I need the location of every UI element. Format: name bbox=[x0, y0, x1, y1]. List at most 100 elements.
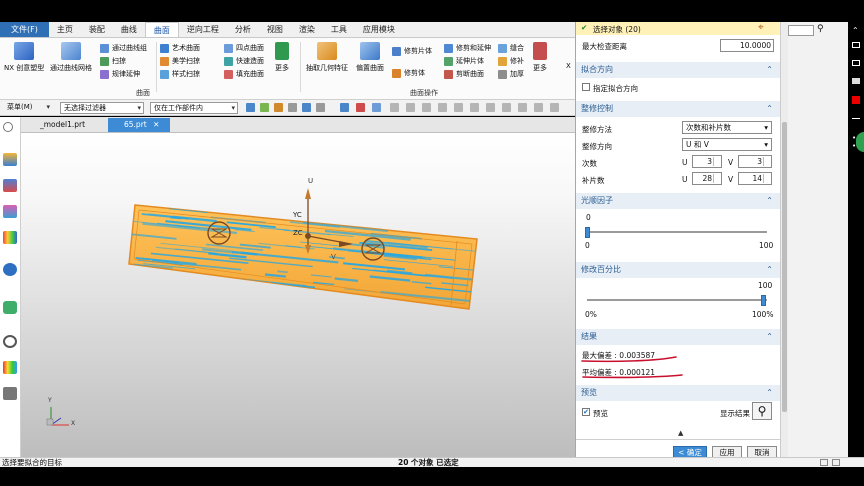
offset-surface-button[interactable]: 偏置曲面 bbox=[356, 42, 384, 73]
graphics-viewport[interactable]: U YC ZC V Y X bbox=[21, 133, 575, 457]
view-icon[interactable] bbox=[372, 103, 381, 112]
specify-fit-direction-checkbox[interactable] bbox=[582, 83, 590, 91]
reuse-library-icon[interactable] bbox=[3, 231, 17, 244]
show-result-button[interactable]: ⚲ bbox=[752, 402, 772, 420]
file-tab-65[interactable]: 65.prt ✕ bbox=[108, 118, 170, 132]
degree-v-stepper[interactable]: 3 bbox=[738, 155, 772, 168]
modify-slider-thumb[interactable] bbox=[761, 295, 766, 306]
web-browser-icon[interactable] bbox=[3, 263, 17, 276]
trim-sheet-button[interactable]: 修剪片体 bbox=[392, 45, 432, 57]
line-width-icon[interactable] bbox=[852, 118, 860, 119]
modify-percent-section-header[interactable]: 修改百分比 ⌃ bbox=[576, 262, 780, 278]
clock-icon[interactable] bbox=[3, 335, 17, 348]
studio-surface-button[interactable]: 艺术曲面 bbox=[160, 42, 200, 54]
styled-blend-button[interactable]: 样式扫掠 bbox=[160, 68, 200, 80]
selection-filter-dropdown[interactable]: 无选择过滤器 bbox=[60, 102, 144, 114]
degree-u-stepper[interactable]: 3 bbox=[692, 155, 722, 168]
constraint-navigator-icon[interactable] bbox=[3, 205, 17, 218]
tab-analysis[interactable]: 分析 bbox=[227, 22, 259, 37]
intersect-point-icon[interactable] bbox=[470, 103, 479, 112]
eraser-all-icon[interactable] bbox=[852, 78, 860, 84]
thicken-button[interactable]: 加厚 bbox=[498, 68, 524, 80]
menu-button[interactable]: 菜单(M) bbox=[4, 102, 52, 114]
gear-icon[interactable] bbox=[3, 122, 13, 132]
point-icon[interactable] bbox=[274, 103, 283, 112]
snap-point-icon[interactable] bbox=[390, 103, 399, 112]
end-point-icon[interactable] bbox=[406, 103, 415, 112]
preview-section-header[interactable]: 预览 ⌃ bbox=[576, 385, 780, 401]
extend-sheet-button[interactable]: 延伸片体 bbox=[444, 55, 484, 67]
red-color-icon[interactable] bbox=[852, 96, 860, 104]
tab-render[interactable]: 渲染 bbox=[291, 22, 323, 37]
tab-curve[interactable]: 曲线 bbox=[113, 22, 145, 37]
more-ops-button[interactable]: 更多 bbox=[533, 42, 547, 73]
fill-surface-button[interactable]: 填充曲面 bbox=[224, 68, 264, 80]
patch-button[interactable]: 修补 bbox=[498, 55, 524, 67]
extract-geometry-button[interactable]: 抽取几何特征 bbox=[306, 42, 348, 73]
collapse-arrow-icon[interactable]: ▲ bbox=[678, 429, 683, 437]
fit-icon[interactable] bbox=[302, 103, 311, 112]
center-point-icon[interactable] bbox=[438, 103, 447, 112]
selection-scope-dropdown[interactable]: 仅在工作部件内 bbox=[150, 102, 238, 114]
tab-tools[interactable]: 工具 bbox=[323, 22, 355, 37]
angle-icon[interactable] bbox=[550, 103, 559, 112]
refine-section-header[interactable]: 整修控制 ⌃ bbox=[576, 101, 780, 117]
crosshair-icon[interactable]: ⌖ bbox=[758, 22, 764, 33]
smooth-slider-track[interactable] bbox=[587, 231, 767, 233]
refine-direction-dropdown[interactable]: U 和 V bbox=[682, 138, 772, 151]
select-icon[interactable] bbox=[246, 103, 255, 112]
dialog-scrollbar[interactable] bbox=[780, 22, 788, 462]
max-check-distance-input[interactable]: 10.0000 bbox=[720, 39, 774, 52]
law-extension-button[interactable]: 规律延伸 bbox=[100, 68, 140, 80]
through-curves-button[interactable]: 通过曲线组 bbox=[100, 42, 147, 54]
palette-icon[interactable] bbox=[3, 361, 17, 374]
modify-slider-track[interactable] bbox=[587, 299, 767, 301]
render-style-icon[interactable] bbox=[356, 103, 365, 112]
tab-view[interactable]: 视图 bbox=[259, 22, 291, 37]
search-input[interactable] bbox=[788, 25, 814, 36]
search-icon[interactable]: ⚲ bbox=[817, 24, 824, 34]
grid-point-icon[interactable] bbox=[534, 103, 543, 112]
quadrant-point-icon[interactable] bbox=[454, 103, 463, 112]
eraser-icon[interactable] bbox=[852, 60, 860, 66]
rectangle-tool-icon[interactable] bbox=[852, 42, 860, 48]
tangent-point-icon[interactable] bbox=[486, 103, 495, 112]
mid-point-icon[interactable] bbox=[422, 103, 431, 112]
trimmed-surface-button[interactable]: 剪断曲面 bbox=[444, 68, 484, 80]
face-point-icon[interactable] bbox=[518, 103, 527, 112]
snap-icon[interactable] bbox=[260, 103, 269, 112]
more-surface-button[interactable]: 更多 bbox=[275, 42, 289, 73]
refine-method-dropdown[interactable]: 次数和补片数 bbox=[682, 121, 772, 134]
rotate-icon[interactable] bbox=[340, 103, 349, 112]
line-icon[interactable] bbox=[288, 103, 297, 112]
part-navigator-icon[interactable] bbox=[3, 153, 17, 166]
through-curve-mesh-button[interactable]: 通过曲线网格 bbox=[50, 42, 92, 73]
curve-point-icon[interactable] bbox=[502, 103, 511, 112]
four-point-surface-button[interactable]: 四点曲面 bbox=[224, 42, 264, 54]
fitted-surface[interactable] bbox=[126, 204, 519, 348]
tab-surface[interactable]: 曲面 bbox=[144, 22, 179, 37]
history-icon[interactable] bbox=[3, 301, 17, 314]
scrollbar-thumb[interactable] bbox=[782, 122, 787, 412]
role-icon[interactable] bbox=[3, 387, 17, 400]
patches-v-stepper[interactable]: 14 bbox=[738, 172, 772, 185]
sew-button[interactable]: 缝合 bbox=[498, 42, 524, 54]
tab-reverse-engineering[interactable]: 逆向工程 bbox=[179, 22, 227, 37]
smooth-factor-section-header[interactable]: 光顺因子 ⌃ bbox=[576, 193, 780, 209]
quick-surface-button[interactable]: 快速造面 bbox=[224, 55, 264, 67]
fit-direction-section-header[interactable]: 拟合方向 ⌃ bbox=[576, 62, 780, 78]
tab-home[interactable]: 主页 bbox=[49, 22, 81, 37]
trim-extend-button[interactable]: 修剪和延伸 bbox=[444, 42, 491, 54]
tab-applications[interactable]: 应用模块 bbox=[355, 22, 403, 37]
chevron-up-icon[interactable]: ⌃ bbox=[852, 26, 859, 35]
close-tab-icon[interactable]: ✕ bbox=[153, 120, 159, 129]
window-icon[interactable] bbox=[832, 459, 840, 466]
styled-sweep-button[interactable]: 美学扫掠 bbox=[160, 55, 200, 67]
file-tab-model1[interactable]: _model1.prt bbox=[24, 118, 104, 132]
file-menu-tab[interactable]: 文件(F) bbox=[0, 22, 49, 37]
window-icon[interactable] bbox=[820, 459, 828, 466]
sweep-button[interactable]: 扫掠 bbox=[100, 55, 126, 67]
zoom-icon[interactable] bbox=[316, 103, 325, 112]
floating-widget-icon[interactable] bbox=[856, 132, 864, 152]
result-section-header[interactable]: 结果 ⌃ bbox=[576, 329, 780, 345]
